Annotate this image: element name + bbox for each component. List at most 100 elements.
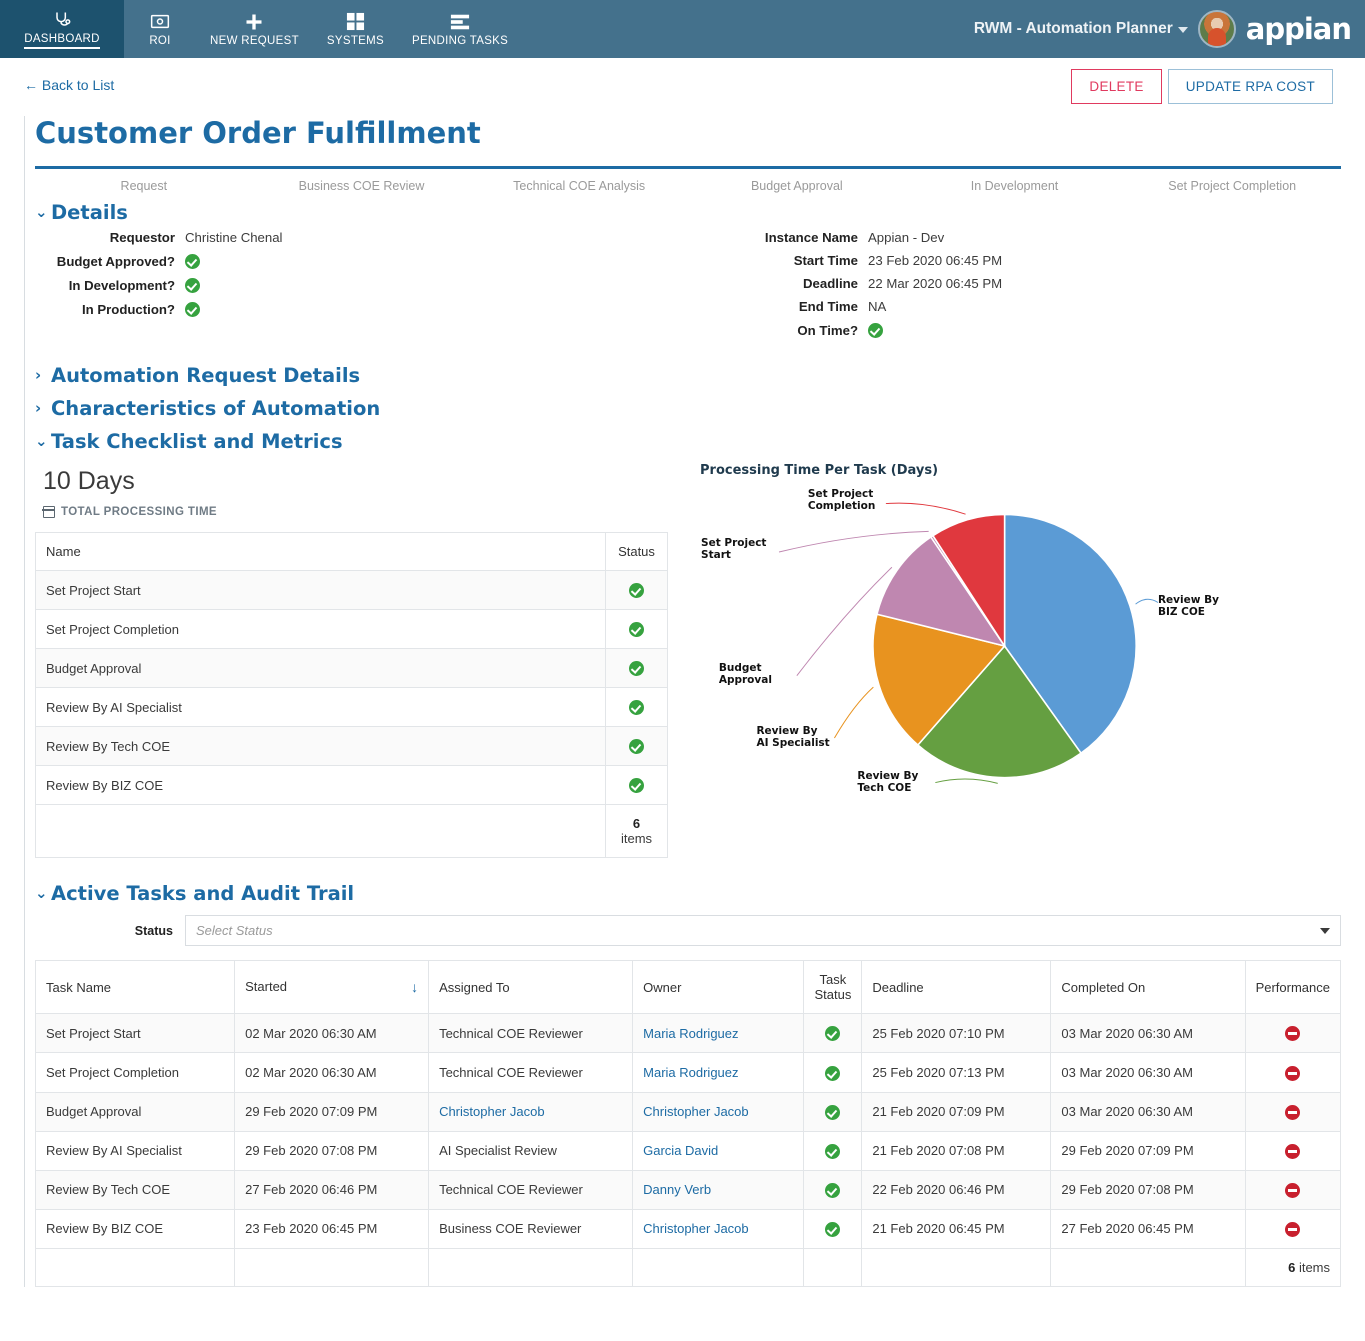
pie-slice-label: Budget Approval bbox=[718, 662, 772, 687]
owner-cell[interactable]: Maria Rodriguez bbox=[632, 1052, 805, 1093]
table-footer-row: 6 items bbox=[35, 804, 668, 859]
table-footer-row: 6 items bbox=[34, 1247, 1342, 1287]
owner-cell[interactable]: Maria Rodriguez bbox=[632, 1013, 805, 1054]
person-link[interactable]: Danny Verb bbox=[643, 1182, 711, 1197]
milestone-strip: Request Business COE Review Technical COE … bbox=[35, 169, 1341, 199]
task-status-icon bbox=[803, 1169, 863, 1210]
back-to-list-link[interactable]: ← Back to List bbox=[24, 77, 114, 93]
deadline-cell: 25 Feb 2020 07:13 PM bbox=[861, 1052, 1052, 1093]
chevron-down-icon bbox=[1320, 927, 1330, 934]
section-header-details[interactable]: ⌄ Details bbox=[35, 201, 1341, 224]
owner-cell[interactable]: Christopher Jacob bbox=[632, 1208, 805, 1249]
sub-toolbar: ← Back to List DELETE UPDATE RPA COST bbox=[0, 58, 1365, 116]
column-header-task-status[interactable]: Task Status bbox=[803, 960, 863, 1015]
assigned-to-cell: Business COE Reviewer bbox=[428, 1208, 634, 1249]
kpi-label-text: TOTAL PROCESSING TIME bbox=[61, 506, 217, 519]
checklist-name: Review By AI Specialist bbox=[35, 687, 606, 728]
column-header-assigned-to[interactable]: Assigned To bbox=[428, 960, 634, 1015]
assigned-to-cell: AI Specialist Review bbox=[428, 1130, 634, 1171]
started-cell: 02 Mar 2020 06:30 AM bbox=[234, 1013, 430, 1054]
column-header-name[interactable]: Name bbox=[35, 532, 606, 572]
section-header-characteristics-of-automation[interactable]: › Characteristics of Automation bbox=[35, 397, 1341, 420]
detail-row: Requestor Christine Chenal bbox=[35, 230, 688, 245]
milestone-technical-coe-analysis: Technical COE Analysis bbox=[513, 179, 646, 193]
nav-item-new-request[interactable]: NEW REQUEST bbox=[196, 0, 313, 58]
performance-icon bbox=[1244, 1169, 1342, 1210]
person-link[interactable]: Christopher Jacob bbox=[643, 1221, 749, 1236]
item-count: 6 items bbox=[605, 804, 668, 859]
total-processing-time-label: TOTAL PROCESSING TIME bbox=[42, 506, 668, 519]
started-cell: 29 Feb 2020 07:09 PM bbox=[234, 1091, 430, 1132]
update-rpa-cost-button[interactable]: UPDATE RPA COST bbox=[1167, 69, 1333, 104]
pie-leader-line bbox=[1135, 598, 1159, 605]
task-status-icon bbox=[803, 1013, 863, 1054]
deadline-cell: 25 Feb 2020 07:10 PM bbox=[861, 1013, 1052, 1054]
column-header-status[interactable]: Status bbox=[605, 532, 668, 572]
milestone-set-project-completion: Set Project Completion bbox=[1168, 179, 1297, 193]
pie-leader-line bbox=[885, 502, 966, 515]
nav-item-systems[interactable]: SYSTEMS bbox=[313, 0, 398, 58]
column-header-task-name[interactable]: Task Name bbox=[34, 960, 236, 1015]
pie-leader-line bbox=[935, 778, 998, 784]
nav-right-container: RWM - Automation Planner appian bbox=[974, 0, 1365, 58]
pie-slice-label: Review By BIZ COE bbox=[1157, 594, 1219, 619]
checklist-name: Review By Tech COE bbox=[35, 726, 606, 767]
column-header-completed-on[interactable]: Completed On bbox=[1050, 960, 1246, 1015]
table-row: Set Project Start bbox=[35, 570, 668, 611]
checklist-name: Set Project Start bbox=[35, 570, 606, 611]
details-column-left: Requestor Christine Chenal Budget Approved… bbox=[35, 230, 688, 346]
performance-icon bbox=[1244, 1052, 1342, 1093]
delete-button[interactable]: DELETE bbox=[1071, 69, 1162, 104]
person-link[interactable]: Maria Rodriguez bbox=[643, 1065, 738, 1080]
person-link[interactable]: Christopher Jacob bbox=[643, 1104, 749, 1119]
task-name-cell: Set Project Start bbox=[34, 1013, 236, 1054]
owner-cell[interactable]: Christopher Jacob bbox=[632, 1091, 805, 1132]
pie-leader-line bbox=[778, 530, 929, 553]
checklist-status-icon bbox=[605, 648, 668, 689]
checklist-status-icon bbox=[605, 726, 668, 767]
started-cell: 27 Feb 2020 06:46 PM bbox=[234, 1169, 430, 1210]
owner-cell[interactable]: Garcia David bbox=[632, 1130, 805, 1171]
details-column-right: Instance Name Appian - Dev Start Time 23 Fe… bbox=[688, 230, 1341, 346]
nav-item-dashboard[interactable]: DASHBOARD bbox=[0, 0, 124, 58]
avatar[interactable] bbox=[1197, 10, 1236, 48]
section-header-active-tasks-and-audit-trail[interactable]: ⌄ Active Tasks and Audit Trail bbox=[35, 882, 1341, 905]
detail-label: Instance Name bbox=[764, 230, 858, 245]
task-name-cell: Review By BIZ COE bbox=[34, 1208, 236, 1249]
section-header-automation-request-details[interactable]: › Automation Request Details bbox=[35, 364, 1341, 387]
nav-item-pending-tasks[interactable]: PENDING TASKS bbox=[398, 0, 522, 58]
completed-on-cell: 03 Mar 2020 06:30 AM bbox=[1050, 1013, 1246, 1054]
completed-on-cell: 03 Mar 2020 06:30 AM bbox=[1050, 1091, 1246, 1132]
section-header-task-checklist-and-metrics[interactable]: ⌄ Task Checklist and Metrics bbox=[35, 430, 1341, 453]
nav-item-label: NEW REQUEST bbox=[210, 34, 299, 47]
pie-leader-line bbox=[834, 686, 874, 739]
nav-item-roi[interactable]: ROI bbox=[124, 0, 196, 58]
person-link[interactable]: Garcia David bbox=[643, 1143, 718, 1158]
person-link[interactable]: Maria Rodriguez bbox=[643, 1026, 738, 1041]
task-name-cell: Review By AI Specialist bbox=[34, 1130, 236, 1171]
person-link[interactable]: Christopher Jacob bbox=[439, 1104, 545, 1119]
pie-slice-label: Review By Tech COE bbox=[857, 770, 919, 795]
owner-cell[interactable]: Danny Verb bbox=[632, 1169, 805, 1210]
status-select[interactable]: Select Status bbox=[185, 915, 1341, 947]
app-title-menu[interactable]: RWM - Automation Planner bbox=[974, 20, 1188, 38]
column-header-started[interactable]: Started ↓ bbox=[234, 960, 430, 1015]
milestone-budget-approval: Budget Approval bbox=[750, 179, 843, 193]
assigned-to-cell[interactable]: Christopher Jacob bbox=[428, 1091, 634, 1132]
assigned-to-cell: Technical COE Reviewer bbox=[428, 1052, 634, 1093]
section-title: Characteristics of Automation bbox=[51, 397, 381, 421]
column-header-performance[interactable]: Performance bbox=[1244, 960, 1342, 1015]
column-header-owner[interactable]: Owner bbox=[632, 960, 805, 1015]
nav-item-label: PENDING TASKS bbox=[411, 34, 509, 47]
footer-spacer bbox=[234, 1247, 430, 1287]
detail-row: Instance Name Appian - Dev bbox=[688, 230, 1341, 245]
completed-on-cell: 29 Feb 2020 07:08 PM bbox=[1050, 1169, 1246, 1210]
detail-label: Start Time bbox=[793, 253, 858, 268]
pie-slice-label: Set Project Start bbox=[701, 537, 767, 562]
table-row: Set Project Start 02 Mar 2020 06:30 AM Tec… bbox=[34, 1013, 1342, 1054]
started-cell: 02 Mar 2020 06:30 AM bbox=[234, 1052, 430, 1093]
detail-row: Budget Approved? bbox=[35, 253, 688, 270]
column-header-deadline[interactable]: Deadline bbox=[861, 960, 1052, 1015]
details-grid: Requestor Christine Chenal Budget Approved… bbox=[35, 230, 1341, 346]
section-title: Details bbox=[51, 201, 128, 224]
